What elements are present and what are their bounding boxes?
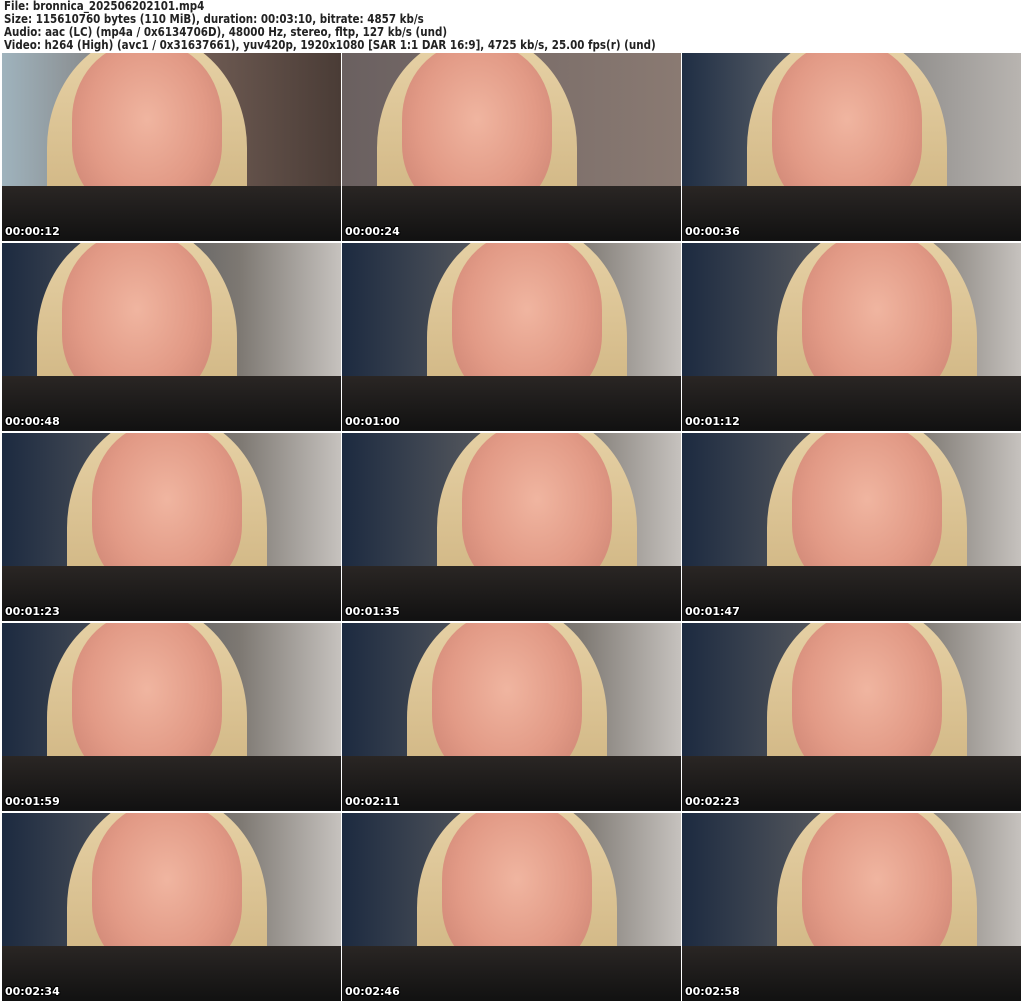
- thumbnail-timestamp: 00:02:11: [345, 795, 400, 808]
- file-info-header: File: bronnica_202506202101.mp4 Size: 11…: [4, 0, 656, 52]
- thumbnail-timestamp: 00:00:48: [5, 415, 60, 428]
- thumbnail-timestamp: 00:01:59: [5, 795, 60, 808]
- video-thumbnail: 00:02:58: [682, 813, 1021, 1001]
- thumbnail-timestamp: 00:00:36: [685, 225, 740, 238]
- thumbnail-timestamp: 00:02:34: [5, 985, 60, 998]
- video-thumbnail: 00:01:12: [682, 243, 1021, 431]
- thumbnail-timestamp: 00:00:12: [5, 225, 60, 238]
- video-info: Video: h264 (High) (avc1 / 0x31637661), …: [4, 38, 656, 52]
- video-thumbnail: 00:00:24: [342, 53, 681, 241]
- thumbnail-grid: 00:00:12 00:00:24 00:00:36 00:00:48 00:0…: [2, 53, 1021, 1001]
- video-thumbnail: 00:02:34: [2, 813, 341, 1001]
- video-thumbnail: 00:02:11: [342, 623, 681, 811]
- thumbnail-timestamp: 00:02:58: [685, 985, 740, 998]
- thumbnail-timestamp: 00:01:35: [345, 605, 400, 618]
- video-thumbnail: 00:00:48: [2, 243, 341, 431]
- video-thumbnail: 00:02:46: [342, 813, 681, 1001]
- video-thumbnail: 00:01:59: [2, 623, 341, 811]
- thumbnail-timestamp: 00:01:47: [685, 605, 740, 618]
- thumbnail-timestamp: 00:01:12: [685, 415, 740, 428]
- thumbnail-timestamp: 00:00:24: [345, 225, 400, 238]
- video-thumbnail: 00:01:35: [342, 433, 681, 621]
- thumbnail-timestamp: 00:02:23: [685, 795, 740, 808]
- thumbnail-timestamp: 00:02:46: [345, 985, 400, 998]
- thumbnail-timestamp: 00:01:23: [5, 605, 60, 618]
- thumbnail-timestamp: 00:01:00: [345, 415, 400, 428]
- video-thumbnail: 00:01:00: [342, 243, 681, 431]
- video-thumbnail: 00:01:23: [2, 433, 341, 621]
- video-thumbnail: 00:01:47: [682, 433, 1021, 621]
- video-thumbnail: 00:00:36: [682, 53, 1021, 241]
- video-thumbnail: 00:00:12: [2, 53, 341, 241]
- video-thumbnail: 00:02:23: [682, 623, 1021, 811]
